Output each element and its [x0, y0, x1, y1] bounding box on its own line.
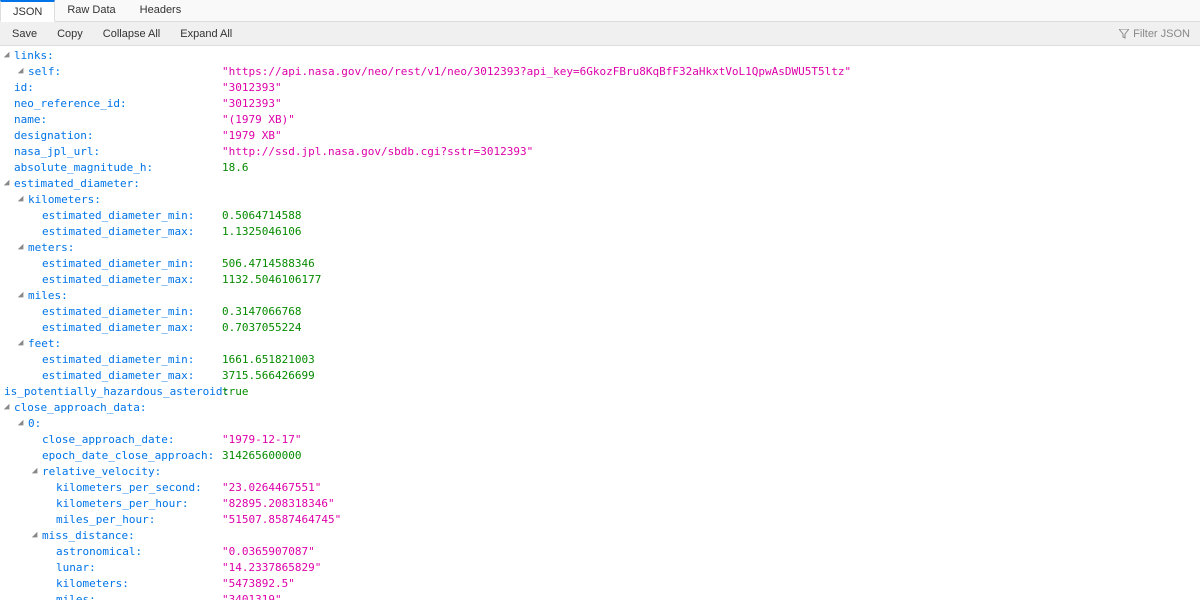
- json-key[interactable]: miss_distance: [42, 528, 128, 544]
- toolbar: Save Copy Collapse All Expand All Filter…: [0, 22, 1200, 46]
- twisty-icon[interactable]: [32, 467, 42, 477]
- twisty-icon[interactable]: [18, 243, 28, 253]
- tab-raw-data[interactable]: Raw Data: [55, 0, 127, 21]
- collapse-all-button[interactable]: Collapse All: [95, 26, 168, 42]
- filter-box[interactable]: Filter JSON: [1113, 26, 1196, 42]
- filter-icon: [1119, 29, 1129, 39]
- json-tree[interactable]: links: self:"https://api.nasa.gov/neo/re…: [0, 46, 1200, 600]
- json-value: 0.3147066768: [218, 304, 301, 320]
- viewer-tabs: JSON Raw Data Headers: [0, 0, 1200, 22]
- json-key[interactable]: estimated_diameter_max: [42, 272, 188, 288]
- json-key[interactable]: miles_per_hour: [56, 512, 149, 528]
- json-key[interactable]: kilometers_per_second: [56, 480, 195, 496]
- json-value: "1979 XB": [218, 128, 282, 144]
- json-value: "82895.208318346": [218, 496, 335, 512]
- json-value: 1661.651821003: [218, 352, 315, 368]
- json-value: "3012393": [218, 80, 282, 96]
- json-key[interactable]: miles: [28, 288, 61, 304]
- json-key[interactable]: is_potentially_hazardous_asteroid: [4, 384, 223, 400]
- json-key[interactable]: close_approach_date: [42, 432, 168, 448]
- json-value: 18.6: [218, 160, 249, 176]
- json-key[interactable]: miles: [56, 592, 89, 600]
- json-value: 314265600000: [218, 448, 301, 464]
- json-key[interactable]: neo_reference_id: [14, 96, 120, 112]
- json-key[interactable]: kilometers: [28, 192, 94, 208]
- json-key[interactable]: lunar: [56, 560, 89, 576]
- twisty-icon[interactable]: [4, 403, 14, 413]
- json-value: "(1979 XB)": [218, 112, 295, 128]
- json-key[interactable]: estimated_diameter_max: [42, 224, 188, 240]
- json-key[interactable]: links: [14, 48, 47, 64]
- twisty-icon[interactable]: [18, 195, 28, 205]
- json-value: 1132.5046106177: [218, 272, 321, 288]
- json-key[interactable]: meters: [28, 240, 68, 256]
- json-key[interactable]: estimated_diameter_min: [42, 208, 188, 224]
- json-key[interactable]: estimated_diameter: [14, 176, 133, 192]
- json-value: "51507.8587464745": [218, 512, 341, 528]
- filter-placeholder: Filter JSON: [1133, 28, 1190, 40]
- json-value: 1.1325046106: [218, 224, 301, 240]
- json-value: "3401319": [218, 592, 282, 600]
- save-button[interactable]: Save: [4, 26, 45, 42]
- twisty-icon[interactable]: [32, 531, 42, 541]
- json-key[interactable]: relative_velocity: [42, 464, 155, 480]
- json-value: "23.0264467551": [218, 480, 321, 496]
- json-key[interactable]: estimated_diameter_max: [42, 368, 188, 384]
- json-value: true: [218, 384, 249, 400]
- json-value: "http://ssd.jpl.nasa.gov/sbdb.cgi?sstr=3…: [218, 144, 533, 160]
- json-key[interactable]: kilometers_per_hour: [56, 496, 182, 512]
- json-value: "1979-12-17": [218, 432, 301, 448]
- json-key[interactable]: estimated_diameter_max: [42, 320, 188, 336]
- json-key[interactable]: 0: [28, 416, 35, 432]
- json-key[interactable]: close_approach_data: [14, 400, 140, 416]
- json-key[interactable]: nasa_jpl_url: [14, 144, 93, 160]
- json-value: "https://api.nasa.gov/neo/rest/v1/neo/30…: [218, 64, 851, 80]
- json-key[interactable]: self: [28, 64, 55, 80]
- tab-json[interactable]: JSON: [0, 0, 55, 22]
- json-key[interactable]: absolute_magnitude_h: [14, 160, 146, 176]
- json-key[interactable]: kilometers: [56, 576, 122, 592]
- tab-headers[interactable]: Headers: [128, 0, 194, 21]
- json-key[interactable]: name: [14, 112, 41, 128]
- json-value: "0.0365907087": [218, 544, 315, 560]
- json-value: "5473892.5": [218, 576, 295, 592]
- json-key[interactable]: epoch_date_close_approach: [42, 448, 208, 464]
- json-value: "3012393": [218, 96, 282, 112]
- expand-all-button[interactable]: Expand All: [172, 26, 240, 42]
- json-key[interactable]: estimated_diameter_min: [42, 256, 188, 272]
- json-value: "14.2337865829": [218, 560, 321, 576]
- twisty-icon[interactable]: [4, 179, 14, 189]
- twisty-icon[interactable]: [18, 67, 28, 77]
- json-value: 0.5064714588: [218, 208, 301, 224]
- json-key[interactable]: id: [14, 80, 27, 96]
- json-key[interactable]: astronomical: [56, 544, 135, 560]
- twisty-icon[interactable]: [18, 419, 28, 429]
- twisty-icon[interactable]: [18, 291, 28, 301]
- json-key[interactable]: designation: [14, 128, 87, 144]
- twisty-icon[interactable]: [4, 51, 14, 61]
- json-value: 506.4714588346: [218, 256, 315, 272]
- json-value: 0.7037055224: [218, 320, 301, 336]
- json-value: 3715.566426699: [218, 368, 315, 384]
- json-key[interactable]: estimated_diameter_min: [42, 352, 188, 368]
- copy-button[interactable]: Copy: [49, 26, 91, 42]
- twisty-icon[interactable]: [18, 339, 28, 349]
- json-key[interactable]: feet: [28, 336, 55, 352]
- json-key[interactable]: estimated_diameter_min: [42, 304, 188, 320]
